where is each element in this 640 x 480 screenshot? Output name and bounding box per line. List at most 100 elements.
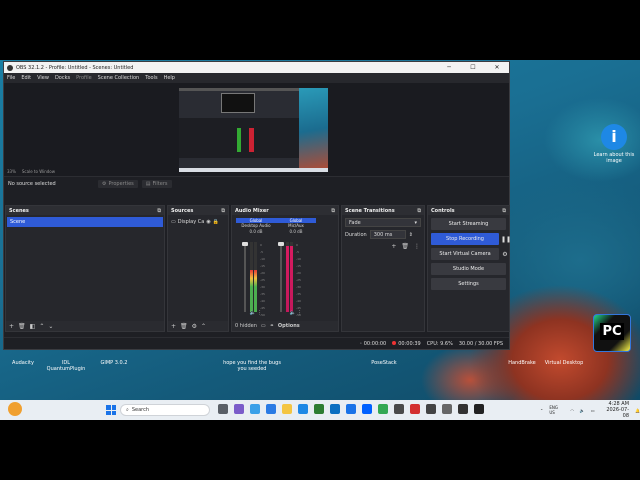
source-item[interactable]: ▭ Display Ca ◉ 🔒: [169, 217, 227, 227]
volume-slider[interactable]: [278, 242, 284, 312]
layout-icon[interactable]: ▭: [261, 323, 266, 329]
battery-icon[interactable]: ▭: [591, 408, 595, 413]
weather-icon[interactable]: [8, 402, 22, 416]
add-icon[interactable]: +: [9, 323, 14, 330]
language-indicator[interactable]: ENG US: [549, 405, 564, 415]
dropbox-icon[interactable]: [362, 404, 372, 414]
desktop-icon-learn[interactable]: i Learn about this image: [592, 124, 636, 164]
undock-icon[interactable]: ⧉: [502, 208, 506, 214]
explorer-icon[interactable]: [282, 404, 292, 414]
edge-icon[interactable]: [314, 404, 324, 414]
link-icon[interactable]: ⚭: [270, 323, 274, 329]
copilot-icon[interactable]: [250, 404, 260, 414]
preview-area[interactable]: 33% Scale to Window: [4, 83, 509, 176]
settings-button[interactable]: Settings: [431, 278, 506, 290]
obs-taskbar-icon[interactable]: [426, 404, 436, 414]
menu-dots-icon[interactable]: ⋮: [257, 310, 262, 316]
volume-slider[interactable]: [242, 242, 248, 312]
gear-icon[interactable]: ⚙: [501, 251, 509, 258]
word-icon[interactable]: [346, 404, 356, 414]
pause-icon[interactable]: ❚❚: [501, 236, 511, 243]
teams-icon[interactable]: [234, 404, 244, 414]
menu-file[interactable]: File: [7, 75, 15, 81]
start-icon[interactable]: [106, 405, 116, 415]
menu-help[interactable]: Help: [164, 75, 175, 81]
maximize-button[interactable]: ☐: [461, 64, 485, 71]
properties-button[interactable]: ⚙ Properties: [98, 179, 138, 188]
meter-tick-label: -20: [260, 271, 265, 275]
volume-icon[interactable]: 🔈: [580, 408, 585, 413]
menu-docks[interactable]: Docks: [55, 75, 70, 81]
calendar-icon[interactable]: [298, 404, 308, 414]
menu-tools[interactable]: Tools: [145, 75, 157, 81]
filters-button[interactable]: ▤ Filters: [141, 179, 172, 188]
trash-icon[interactable]: 🗑: [180, 323, 188, 330]
undock-icon[interactable]: ⧉: [221, 208, 225, 214]
photos-icon[interactable]: [266, 404, 276, 414]
chevron-up-icon[interactable]: ⌃: [540, 408, 543, 413]
filter-icon[interactable]: ◧: [30, 323, 36, 330]
menu-view[interactable]: View: [37, 75, 49, 81]
lock-icon[interactable]: 🔒: [213, 219, 219, 225]
taskbar-search[interactable]: ⌕ Search: [120, 404, 210, 416]
outlook-icon[interactable]: [330, 404, 340, 414]
transition-select[interactable]: Fade ▾: [345, 218, 421, 227]
scene-item[interactable]: Scene: [7, 217, 163, 227]
gear-icon[interactable]: ⚙: [192, 323, 197, 330]
app-taskbar-icon[interactable]: [458, 404, 468, 414]
desktop-icon-note[interactable]: hope you find the bugs you seeded: [222, 360, 282, 372]
slider-knob[interactable]: [278, 242, 284, 246]
speaker-icon[interactable]: 🔈: [250, 310, 256, 316]
eye-icon[interactable]: ◉: [206, 219, 210, 225]
desktop-icon-posestack[interactable]: PoseStack: [364, 360, 404, 366]
menu-scene-collection[interactable]: Scene Collection: [98, 75, 140, 81]
close-button[interactable]: ✕: [485, 64, 509, 71]
chevron-up-icon[interactable]: ⌃: [39, 323, 44, 330]
desktop-icon-idl[interactable]: IDL QuantumPlugin: [46, 360, 86, 372]
speaker-icon[interactable]: 🔈: [290, 310, 296, 316]
duration-input[interactable]: 300 ms: [369, 230, 406, 239]
add-icon[interactable]: +: [391, 243, 396, 250]
preview-titlebar: [179, 88, 299, 91]
clock[interactable]: 4:28 AM 2026-07-08: [601, 401, 629, 419]
menu-dots-icon[interactable]: ⋮: [414, 243, 420, 250]
chevron-up-icon[interactable]: ⌃: [201, 323, 206, 330]
undock-icon[interactable]: ⧉: [157, 208, 161, 214]
spin-icon[interactable]: ⇕: [409, 232, 413, 238]
preview-canvas[interactable]: [179, 88, 328, 172]
desktop-icon-handbrake[interactable]: HandBrake: [502, 360, 542, 366]
cmd-taskbar-icon[interactable]: [474, 404, 484, 414]
studio-mode-button[interactable]: Studio Mode: [431, 263, 506, 275]
trash-icon[interactable]: 🗑: [18, 323, 26, 330]
desktop-icon-virtual-desktop[interactable]: Virtual Desktop: [544, 360, 584, 366]
chevron-down-icon[interactable]: ⌄: [48, 323, 53, 330]
menu-edit[interactable]: Edit: [21, 75, 31, 81]
stop-recording-button[interactable]: Stop Recording: [431, 233, 499, 245]
zoom-level[interactable]: 33%: [7, 169, 16, 174]
desktop-icon-audacity[interactable]: Audacity: [3, 360, 43, 366]
scale-mode[interactable]: Scale to Window: [22, 169, 55, 174]
minimize-button[interactable]: ─: [437, 64, 461, 71]
menu-dots-icon[interactable]: ⋮: [297, 310, 302, 316]
desktop-icon-pycharm[interactable]: PC: [590, 314, 634, 354]
notification-icon[interactable]: 🔔: [635, 408, 640, 413]
start-streaming-button[interactable]: Start Streaming: [431, 218, 506, 230]
slider-knob[interactable]: [242, 242, 248, 246]
terminal-icon[interactable]: [394, 404, 404, 414]
desktop-icon-gimp[interactable]: GIMP 3.0.2: [94, 360, 134, 366]
add-icon[interactable]: +: [171, 323, 176, 330]
no-source-label: No source selected: [8, 180, 56, 187]
start-virtual-camera-button[interactable]: Start Virtual Camera: [431, 248, 499, 260]
title-bar[interactable]: OBS 32.1.2 - Profile: Untitled - Scenes:…: [4, 62, 509, 73]
meter-tick-label: -25: [260, 278, 265, 282]
chrome-icon[interactable]: [378, 404, 388, 414]
task-view-icon[interactable]: [218, 404, 228, 414]
trash-icon[interactable]: 🗑: [401, 243, 409, 250]
options-button[interactable]: Options: [278, 323, 300, 329]
settings-taskbar-icon[interactable]: [442, 404, 452, 414]
undock-icon[interactable]: ⧉: [331, 208, 335, 214]
menu-profile[interactable]: Profile: [76, 75, 92, 81]
record-app-icon[interactable]: [410, 404, 420, 414]
undock-icon[interactable]: ⧉: [417, 208, 421, 214]
wifi-icon[interactable]: ◠: [570, 408, 574, 413]
